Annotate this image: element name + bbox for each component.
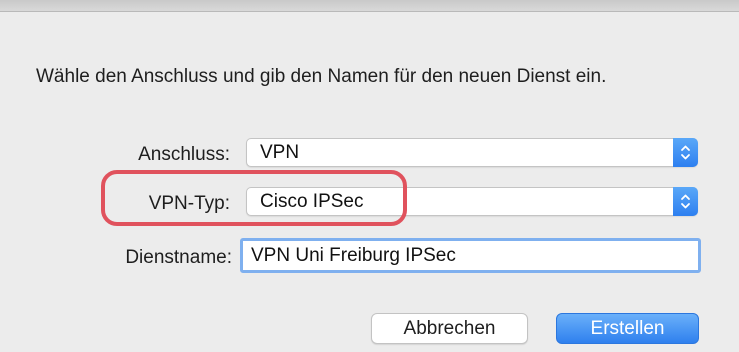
new-service-dialog: Wähle den Anschluss und gib den Namen fü…: [0, 0, 739, 352]
service-name-label: Dienstname:: [125, 247, 232, 268]
service-name-field[interactable]: [240, 238, 701, 273]
interface-popup[interactable]: VPN: [246, 138, 698, 167]
vpn-type-popup-value: Cisco IPSec: [260, 191, 364, 212]
chevron-up-down-icon: [673, 187, 698, 216]
cancel-button[interactable]: Abbrechen: [371, 313, 528, 344]
interface-label: Anschluss:: [138, 144, 230, 165]
vpn-type-label: VPN-Typ:: [148, 193, 230, 214]
chevron-up-down-icon: [673, 138, 698, 167]
vpn-type-popup[interactable]: Cisco IPSec: [246, 187, 698, 216]
create-button[interactable]: Erstellen: [556, 313, 699, 344]
interface-popup-value: VPN: [260, 142, 300, 163]
service-name-input[interactable]: [251, 243, 691, 269]
dialog-prompt: Wähle den Anschluss und gib den Namen fü…: [36, 66, 607, 87]
dialog-top-edge: [0, 0, 739, 12]
